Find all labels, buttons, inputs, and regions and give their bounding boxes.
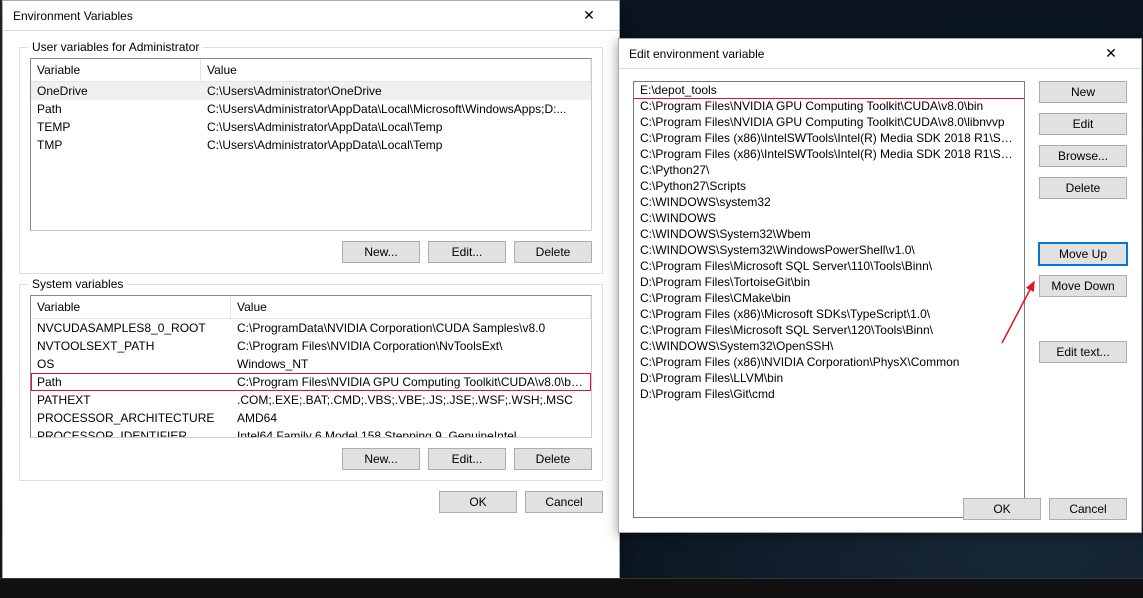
titlebar[interactable]: Edit environment variable ✕ [619,39,1141,69]
list-item[interactable]: D:\Program Files\Git\cmd [634,386,1024,402]
cell-value: .COM;.EXE;.BAT;.CMD;.VBS;.VBE;.JS;.JSE;.… [231,392,591,408]
cell-variable: OS [31,356,231,372]
cell-variable: OneDrive [31,83,201,99]
table-row[interactable]: TEMPC:\Users\Administrator\AppData\Local… [31,118,591,136]
cell-value: C:\Users\Administrator\AppData\Local\Tem… [201,137,591,153]
system-variables-table[interactable]: Variable Value NVCUDASAMPLES8_0_ROOTC:\P… [30,295,592,438]
list-item[interactable]: C:\Program Files (x86)\NVIDIA Corporatio… [634,354,1024,370]
table-row[interactable]: PathC:\Program Files\NVIDIA GPU Computin… [31,373,591,391]
table-row[interactable]: NVTOOLSEXT_PATHC:\Program Files\NVIDIA C… [31,337,591,355]
list-item[interactable]: C:\Program Files\Microsoft SQL Server\12… [634,322,1024,338]
list-item[interactable]: C:\Program Files\Microsoft SQL Server\11… [634,258,1024,274]
list-item[interactable]: C:\Program Files\NVIDIA GPU Computing To… [634,114,1024,130]
edit-text-button[interactable]: Edit text... [1039,341,1127,363]
table-header: Variable Value [31,296,591,319]
col-variable[interactable]: Variable [31,296,231,318]
cell-value: Windows_NT [231,356,591,372]
col-value[interactable]: Value [231,296,591,318]
col-variable[interactable]: Variable [31,59,201,81]
edit-environment-variable-dialog: Edit environment variable ✕ E:\depot_too… [618,38,1142,533]
edit-button[interactable]: Edit... [428,241,506,263]
list-item[interactable]: C:\Program Files (x86)\IntelSWTools\Inte… [634,130,1024,146]
list-item[interactable]: C:\WINDOWS\System32\OpenSSH\ [634,338,1024,354]
cell-variable: PROCESSOR_IDENTIFIER [31,428,231,437]
cell-variable: NVCUDASAMPLES8_0_ROOT [31,320,231,336]
list-item[interactable]: C:\Python27\ [634,162,1024,178]
cell-variable: PATHEXT [31,392,231,408]
user-variables-table[interactable]: Variable Value OneDriveC:\Users\Administ… [30,58,592,231]
path-list[interactable]: E:\depot_toolsC:\Program Files\NVIDIA GP… [633,81,1025,518]
table-row[interactable]: NVCUDASAMPLES8_0_ROOTC:\ProgramData\NVID… [31,319,591,337]
list-item[interactable]: C:\Program Files (x86)\IntelSWTools\Inte… [634,146,1024,162]
table-row[interactable]: TMPC:\Users\Administrator\AppData\Local\… [31,136,591,154]
taskbar[interactable] [0,578,1143,598]
delete-button[interactable]: Delete [514,241,592,263]
cell-variable: TMP [31,137,201,153]
new-button[interactable]: New... [342,241,420,263]
group-label: System variables [28,277,127,291]
cancel-button[interactable]: Cancel [525,491,603,513]
table-row[interactable]: PathC:\Users\Administrator\AppData\Local… [31,100,591,118]
cancel-button[interactable]: Cancel [1049,498,1127,520]
cell-value: C:\Program Files\NVIDIA GPU Computing To… [231,374,591,390]
table-row[interactable]: PATHEXT.COM;.EXE;.BAT;.CMD;.VBS;.VBE;.JS… [31,391,591,409]
close-icon[interactable]: ✕ [1091,40,1131,68]
titlebar[interactable]: Environment Variables ✕ [3,1,619,31]
cell-value: C:\Users\Administrator\OneDrive [201,83,591,99]
delete-button[interactable]: Delete [1039,177,1127,199]
list-item[interactable]: C:\Program Files\CMake\bin [634,290,1024,306]
new-button[interactable]: New... [342,448,420,470]
user-variables-group: User variables for Administrator Variabl… [19,47,603,274]
dialog-title: Environment Variables [13,9,569,23]
system-variables-group: System variables Variable Value NVCUDASA… [19,284,603,481]
table-row[interactable]: OSWindows_NT [31,355,591,373]
cell-variable: PROCESSOR_ARCHITECTURE [31,410,231,426]
list-item[interactable]: C:\Program Files (x86)\Microsoft SDKs\Ty… [634,306,1024,322]
ok-button[interactable]: OK [963,498,1041,520]
close-icon[interactable]: ✕ [569,2,609,30]
list-item[interactable]: C:\Python27\Scripts [634,178,1024,194]
new-button[interactable]: New [1039,81,1127,103]
cell-variable: Path [31,374,231,390]
ok-button[interactable]: OK [439,491,517,513]
list-item[interactable]: C:\WINDOWS\System32\Wbem [634,226,1024,242]
cell-value: C:\Users\Administrator\AppData\Local\Tem… [201,119,591,135]
table-row[interactable]: PROCESSOR_ARCHITECTUREAMD64 [31,409,591,427]
move-down-button[interactable]: Move Down [1039,275,1127,297]
list-item[interactable]: C:\WINDOWS\system32 [634,194,1024,210]
list-item[interactable]: C:\WINDOWS\System32\WindowsPowerShell\v1… [634,242,1024,258]
cell-variable: Path [31,101,201,117]
col-value[interactable]: Value [201,59,591,81]
table-row[interactable]: OneDriveC:\Users\Administrator\OneDrive [31,82,591,100]
group-label: User variables for Administrator [28,40,203,54]
list-item[interactable]: E:\depot_tools [634,82,1024,98]
cell-variable: TEMP [31,119,201,135]
list-item[interactable]: D:\Program Files\LLVM\bin [634,370,1024,386]
cell-value: Intel64 Family 6 Model 158 Stepping 9, G… [231,428,591,437]
environment-variables-dialog: Environment Variables ✕ User variables f… [2,0,620,580]
dialog-title: Edit environment variable [629,47,1091,61]
list-item[interactable]: D:\Program Files\TortoiseGit\bin [634,274,1024,290]
list-item[interactable]: C:\Program Files\NVIDIA GPU Computing To… [634,98,1024,114]
edit-button[interactable]: Edit... [428,448,506,470]
table-row[interactable]: PROCESSOR_IDENTIFIERIntel64 Family 6 Mod… [31,427,591,437]
edit-button[interactable]: Edit [1039,113,1127,135]
cell-value: C:\Users\Administrator\AppData\Local\Mic… [201,101,591,117]
cell-variable: NVTOOLSEXT_PATH [31,338,231,354]
cell-value: C:\Program Files\NVIDIA Corporation\NvTo… [231,338,591,354]
table-header: Variable Value [31,59,591,82]
cell-value: C:\ProgramData\NVIDIA Corporation\CUDA S… [231,320,591,336]
cell-value: AMD64 [231,410,591,426]
move-up-button[interactable]: Move Up [1039,243,1127,265]
browse-button[interactable]: Browse... [1039,145,1127,167]
delete-button[interactable]: Delete [514,448,592,470]
list-item[interactable]: C:\WINDOWS [634,210,1024,226]
